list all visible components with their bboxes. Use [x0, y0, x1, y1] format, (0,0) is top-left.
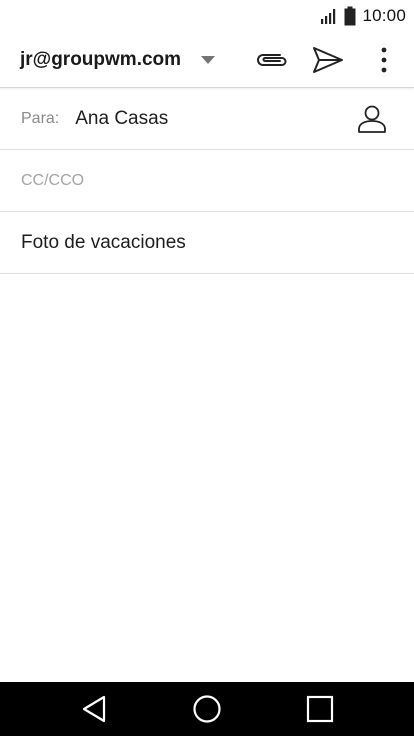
subject-field[interactable]: Foto de vacaciones: [0, 212, 414, 274]
to-recipient[interactable]: Ana Casas: [75, 108, 168, 130]
home-icon: [192, 694, 222, 724]
status-bar: 10:00: [0, 0, 414, 32]
attach-button[interactable]: [248, 32, 296, 88]
to-field[interactable]: Para: Ana Casas: [0, 88, 414, 150]
back-button[interactable]: [64, 682, 124, 736]
navigation-bar: [0, 682, 414, 736]
to-label: Para:: [21, 109, 60, 127]
send-button[interactable]: [304, 32, 352, 88]
subject-text: Foto de vacaciones: [21, 231, 186, 253]
contact-picker-button[interactable]: [352, 88, 392, 150]
message-body[interactable]: [0, 275, 414, 682]
status-time: 10:00: [362, 6, 406, 25]
cc-field[interactable]: CC/CCO: [0, 150, 414, 212]
person-icon: [357, 104, 387, 134]
compose-screen: 10:00 jr@groupwm.com Para: Ana Casas CC/…: [0, 0, 414, 736]
account-email: jr@groupwm.com: [20, 48, 182, 70]
send-icon: [312, 46, 344, 74]
more-options-button[interactable]: [362, 32, 406, 88]
signal-icon: [320, 7, 338, 25]
dropdown-caret-icon: [201, 55, 216, 64]
recents-icon: [306, 695, 334, 723]
battery-icon: [344, 6, 356, 26]
attach-icon: [254, 50, 290, 70]
cc-placeholder: CC/CCO: [21, 171, 85, 189]
back-icon: [81, 695, 107, 723]
recents-button[interactable]: [290, 682, 350, 736]
account-selector[interactable]: jr@groupwm.com: [0, 32, 240, 87]
home-button[interactable]: [177, 682, 237, 736]
more-vert-icon: [381, 47, 387, 73]
compose-toolbar: jr@groupwm.com: [0, 32, 414, 88]
